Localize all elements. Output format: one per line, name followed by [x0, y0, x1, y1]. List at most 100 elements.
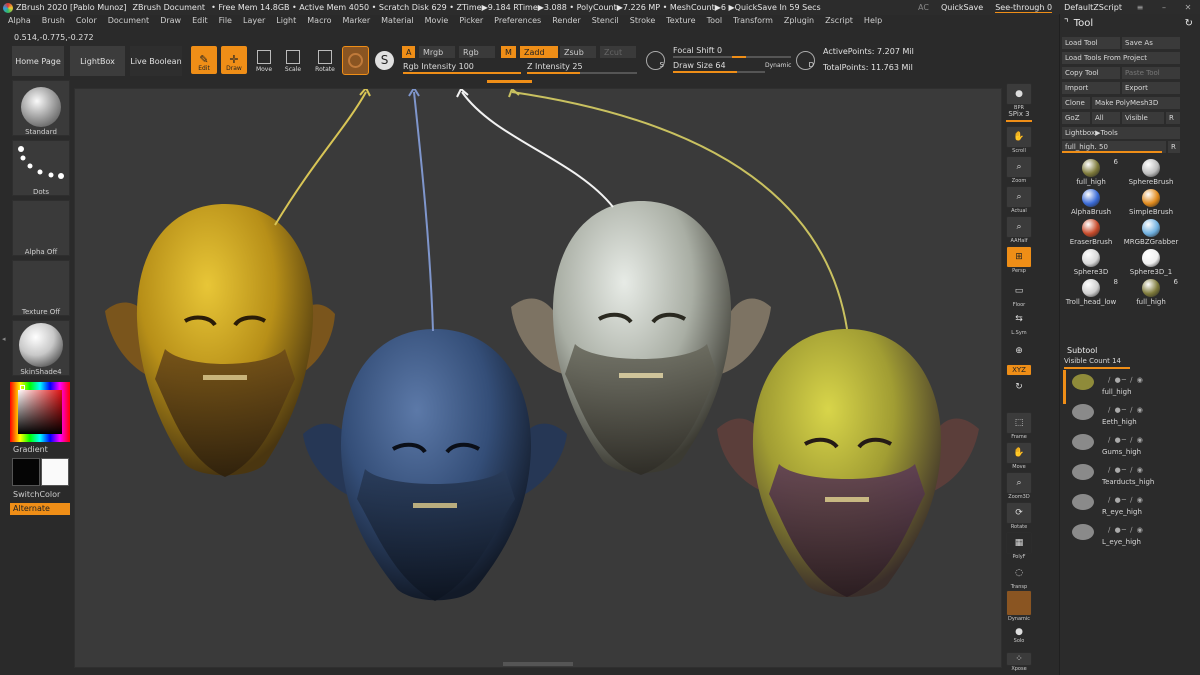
menu-marker[interactable]: Marker — [342, 16, 370, 30]
live-boolean-button[interactable]: Live Boolean — [130, 46, 182, 76]
secondary-color-swatch[interactable] — [41, 458, 69, 486]
switchcolor-button[interactable]: SwitchColor — [13, 490, 60, 499]
rotate-button[interactable]: Rotate — [313, 50, 337, 73]
menu-edit[interactable]: Edit — [192, 16, 208, 30]
script-menu[interactable]: DefaultZScript — [1064, 3, 1122, 12]
tool-thumb-mrgbzgrabber[interactable]: MRGBZGrabber — [1122, 218, 1180, 246]
menu-file[interactable]: File — [219, 16, 232, 30]
color-picker[interactable] — [10, 382, 70, 442]
edit-button[interactable]: ✎ Edit — [191, 46, 217, 74]
tool-thumb-spherebrush[interactable]: SphereBrush — [1122, 158, 1180, 186]
menu-brush[interactable]: Brush — [42, 16, 65, 30]
r-button-2[interactable]: R — [1168, 141, 1180, 153]
subtool-row[interactable]: ∕ ●─ ∕ ◉ full_high — [1062, 372, 1182, 400]
menu-icon[interactable]: ≡ — [1134, 3, 1146, 12]
aahalf-button[interactable]: ⌕ AAHalf — [1005, 216, 1033, 244]
viewport-scroll-handle[interactable] — [503, 662, 573, 666]
make-polymesh-button[interactable]: Make PolyMesh3D — [1092, 97, 1180, 109]
polyf-button[interactable]: ▦ PolyF — [1005, 532, 1033, 560]
subtool-row[interactable]: ∕ ●─ ∕ ◉ Gums_high — [1062, 432, 1182, 460]
subtool-row[interactable]: ∕ ●─ ∕ ◉ R_eye_high — [1062, 492, 1182, 520]
menu-zscript[interactable]: Zscript — [825, 16, 853, 30]
mrgb-toggle[interactable]: Mrgb — [419, 46, 455, 58]
menu-macro[interactable]: Macro — [307, 16, 331, 30]
pin-icon[interactable]: ⌝ — [1064, 18, 1069, 29]
alternate-button[interactable]: Alternate — [10, 503, 70, 515]
menu-alpha[interactable]: Alpha — [8, 16, 31, 30]
draw-button[interactable]: ✛ Draw — [221, 46, 247, 74]
spix-slider[interactable]: SPix 3 — [1005, 110, 1033, 122]
menu-movie[interactable]: Movie — [425, 16, 449, 30]
visible-button[interactable]: Visible — [1122, 112, 1164, 124]
menu-stencil[interactable]: Stencil — [592, 16, 619, 30]
tool-thumb-simplebrush[interactable]: SimpleBrush — [1122, 188, 1180, 216]
subtool-header[interactable]: Subtool — [1067, 346, 1097, 355]
persp-button[interactable]: ⊞ Persp — [1005, 246, 1033, 274]
tool-thumb-alphabrush[interactable]: AlphaBrush — [1062, 188, 1120, 216]
bpr-button[interactable]: ● BPR — [1005, 83, 1033, 111]
menu-preferences[interactable]: Preferences — [494, 16, 541, 30]
scale-button[interactable]: Scale — [282, 50, 304, 73]
menu-light[interactable]: Light — [276, 16, 296, 30]
zcut-toggle[interactable]: Zcut — [600, 46, 636, 58]
canvas-viewport[interactable] — [74, 88, 1002, 668]
xyz-button[interactable]: XYZ — [1005, 364, 1033, 376]
menu-texture[interactable]: Texture — [666, 16, 695, 30]
lightbox-button[interactable]: LightBox — [70, 46, 125, 76]
rgb-intensity-slider[interactable]: Rgb Intensity 100 — [403, 62, 521, 74]
ac-button[interactable]: AC — [918, 3, 929, 12]
subtool-visibility-icon[interactable]: ∕ ●─ ∕ ◉ — [1108, 406, 1144, 414]
spotlight-icon[interactable]: S — [375, 51, 394, 70]
home-page-button[interactable]: Home Page — [12, 46, 64, 76]
subtool-visibility-icon[interactable]: ∕ ●─ ∕ ◉ — [1108, 466, 1144, 474]
menu-help[interactable]: Help — [864, 16, 882, 30]
gradient-label[interactable]: Gradient — [13, 445, 48, 454]
color-square[interactable] — [18, 390, 62, 434]
xpose-button[interactable]: ⁘ Xpose — [1005, 652, 1033, 672]
qxyz-button[interactable]: ⊕ — [1005, 340, 1033, 362]
sculptris-s-icon[interactable]: S — [646, 51, 665, 70]
subtool-visibility-icon[interactable]: ∕ ●─ ∕ ◉ — [1108, 496, 1144, 504]
menu-stroke[interactable]: Stroke — [630, 16, 656, 30]
m-toggle[interactable]: M — [501, 46, 516, 58]
fullhigh-slider[interactable]: full_high. 50 — [1062, 141, 1166, 153]
tool-thumb-sphere3d[interactable]: Sphere3D — [1062, 248, 1120, 276]
subtool-visibility-icon[interactable]: ∕ ●─ ∕ ◉ — [1108, 526, 1144, 534]
tool-thumb-troll-head-low[interactable]: Troll_head_low 8 — [1062, 278, 1120, 306]
subtool-row[interactable]: ∕ ●─ ∕ ◉ Tearducts_high — [1062, 462, 1182, 490]
floor-button[interactable]: ▭ Floor — [1005, 280, 1033, 308]
menu-draw[interactable]: Draw — [160, 16, 181, 30]
lightbox-tools-button[interactable]: Lightbox▶Tools — [1062, 127, 1180, 139]
zadd-toggle[interactable]: Zadd — [520, 46, 558, 58]
dynamic-persp-button[interactable]: Dynamic — [1005, 590, 1033, 622]
dynamic-toggle[interactable]: Dynamic — [765, 62, 791, 69]
menu-render[interactable]: Render — [552, 16, 580, 30]
goz-button[interactable]: GoZ — [1062, 112, 1090, 124]
subtool-visibility-icon[interactable]: ∕ ●─ ∕ ◉ — [1108, 436, 1144, 444]
clone-button[interactable]: Clone — [1062, 97, 1090, 109]
lsym-button[interactable]: ⇆ L.Sym — [1005, 308, 1033, 336]
paste-tool-button[interactable]: Paste Tool — [1122, 67, 1180, 79]
transp-button[interactable]: ◌ Transp — [1005, 562, 1033, 590]
zsub-toggle[interactable]: Zsub — [560, 46, 596, 58]
z-intensity-slider[interactable]: Z Intensity 25 — [527, 62, 637, 74]
subtool-row[interactable]: ∕ ●─ ∕ ◉ Eeth_high — [1062, 402, 1182, 430]
tool-thumb-full-high[interactable]: full_high 6 — [1122, 278, 1180, 306]
draw-size-slider[interactable]: Draw Size 64 — [673, 61, 765, 73]
menu-document[interactable]: Document — [108, 16, 149, 30]
rgb-toggle[interactable]: Rgb — [459, 46, 495, 58]
menu-zplugin[interactable]: Zplugin — [784, 16, 814, 30]
load-tool-button[interactable]: Load Tool — [1062, 37, 1120, 49]
menu-layer[interactable]: Layer — [243, 16, 265, 30]
dynamesh-d-icon[interactable]: D — [796, 51, 815, 70]
subtool-row[interactable]: ∕ ●─ ∕ ◉ L_eye_high — [1062, 522, 1182, 550]
main-color-swatch[interactable] — [12, 458, 40, 486]
rotate-view-button[interactable]: ⟳ Rotate — [1005, 502, 1033, 530]
menu-color[interactable]: Color — [76, 16, 97, 30]
focal-shift-slider[interactable]: Focal Shift 0 — [673, 46, 791, 58]
export-button[interactable]: Export — [1122, 82, 1180, 94]
menu-tool[interactable]: Tool — [707, 16, 723, 30]
tool-thumb-eraserbrush[interactable]: EraserBrush — [1062, 218, 1120, 246]
seethrough-slider[interactable]: See-through 0 — [995, 3, 1053, 13]
all-button[interactable]: All — [1092, 112, 1120, 124]
